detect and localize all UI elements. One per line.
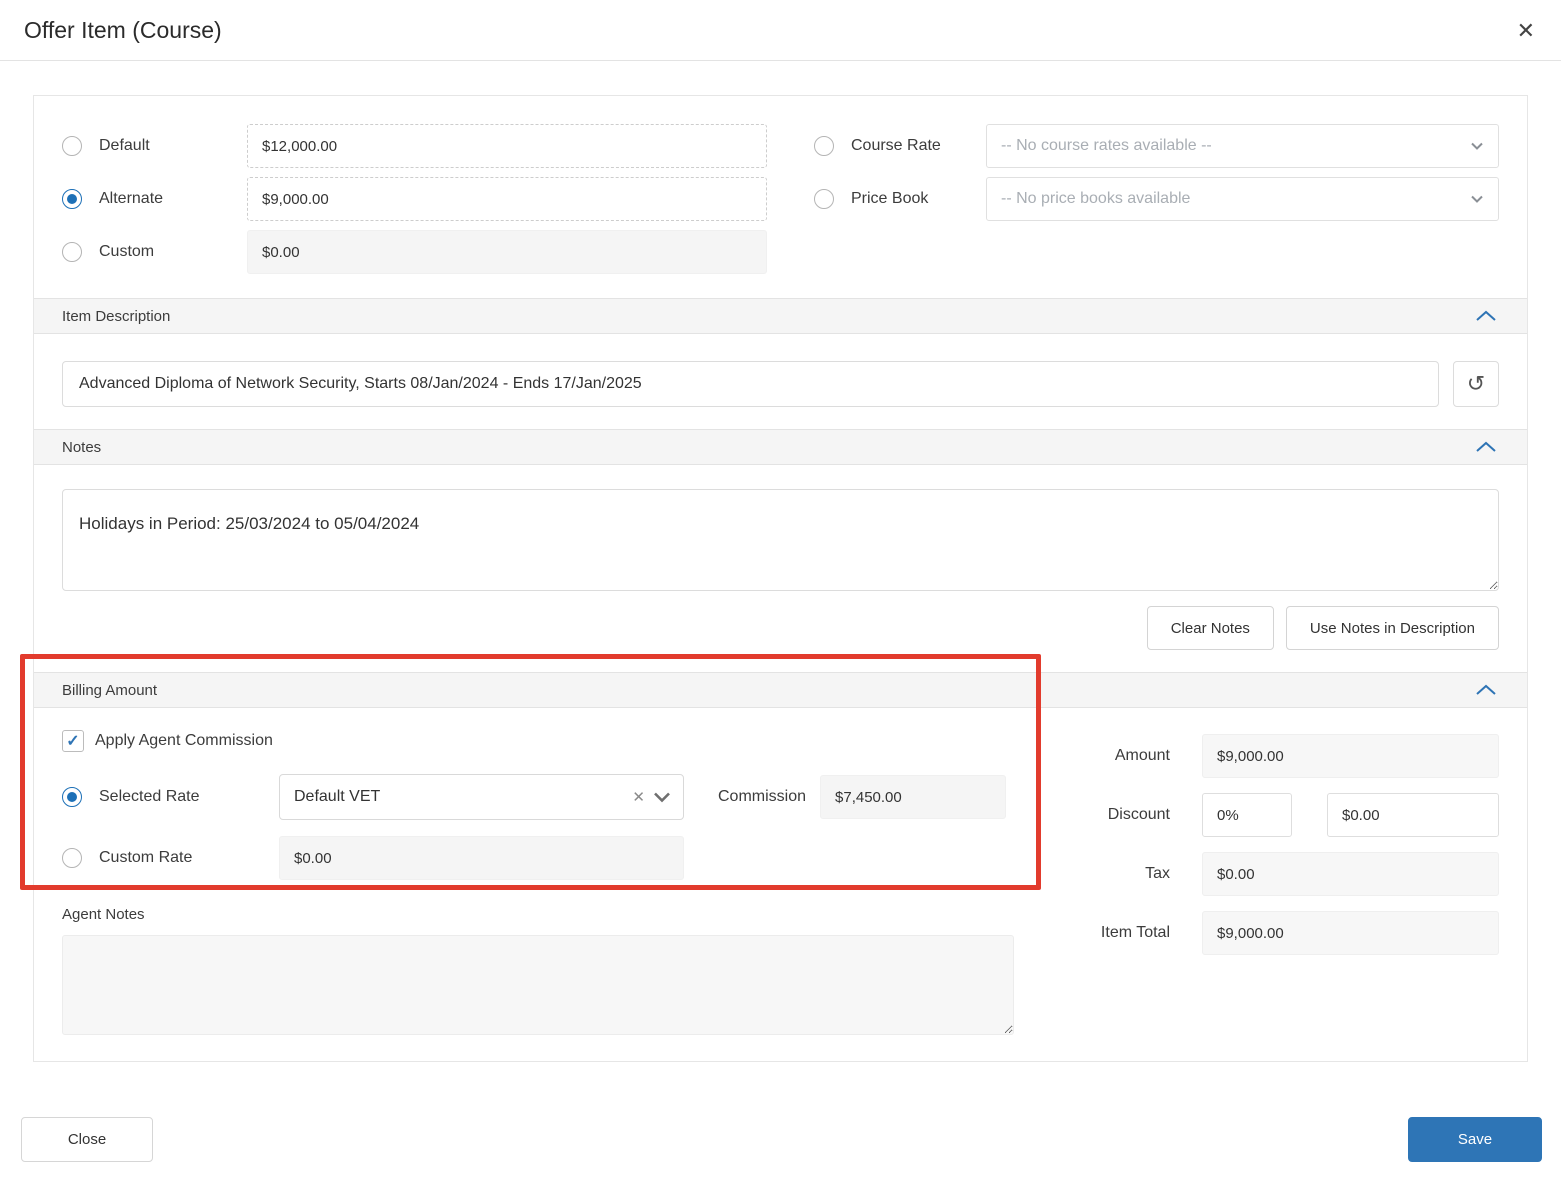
item-total-label: Item Total: [1100, 924, 1170, 941]
clear-selection-icon[interactable]: ✕: [624, 788, 653, 806]
custom-rate-label: Custom Rate: [99, 849, 193, 866]
price-book-radio[interactable]: [814, 189, 834, 209]
discount-percent-input[interactable]: [1202, 793, 1292, 837]
alternate-rate-input[interactable]: [247, 177, 767, 221]
chevron-up-icon: [1476, 441, 1496, 452]
rate-row-alternate: Alternate Price Book -- No price books a…: [62, 177, 1499, 221]
custom-rate-row: Custom Rate: [62, 836, 1060, 880]
tax-field: $0.00: [1202, 852, 1499, 896]
chevron-up-icon: [1476, 684, 1496, 695]
custom-rate-radio[interactable]: [62, 848, 82, 868]
amount-row: Amount $9,000.00: [1060, 734, 1499, 778]
course-rate-label: Course Rate: [851, 137, 941, 154]
price-book-select[interactable]: -- No price books available: [986, 177, 1499, 221]
notes-header-label: Notes: [62, 438, 102, 456]
selected-rate-radio[interactable]: [62, 787, 82, 807]
modal-header: Offer Item (Course) ✕: [0, 0, 1561, 61]
selected-rate-select-value: Default VET: [294, 788, 381, 805]
chevron-up-icon: [1476, 310, 1496, 321]
commission-field: [820, 775, 1007, 819]
chevron-down-icon: [654, 792, 670, 803]
item-description-header-label: Item Description: [62, 307, 171, 325]
custom-rate-option-label: Custom: [99, 243, 155, 260]
save-button[interactable]: Save: [1408, 1117, 1542, 1162]
default-rate-label: Default: [99, 137, 150, 154]
billing-amount-header-label: Billing Amount: [62, 681, 158, 699]
billing-amount-content: ✓ Apply Agent Commission Selected Rate D…: [34, 708, 1527, 1061]
discount-amount-input[interactable]: [1327, 793, 1499, 837]
close-icon[interactable]: ✕: [1513, 16, 1539, 46]
item-description-input[interactable]: [62, 361, 1439, 407]
price-book-select-value: -- No price books available: [1001, 190, 1191, 207]
offer-item-panel: Default Course Rate -- No course rates a…: [33, 95, 1528, 1062]
modal-footer: Close Save: [21, 1117, 1542, 1162]
selected-rate-row: Selected Rate Default VET ✕ Commission: [62, 774, 1060, 820]
notes-textarea[interactable]: Holidays in Period: 25/03/2024 to 05/04/…: [62, 489, 1499, 591]
apply-agent-commission-row: ✓ Apply Agent Commission: [62, 730, 1060, 752]
totals-panel: Amount $9,000.00 Discount Tax $0.00 Item…: [1060, 734, 1499, 955]
amount-label: Amount: [1114, 747, 1170, 764]
custom-rate-option-radio[interactable]: [62, 242, 82, 262]
notes-collapse-button[interactable]: [1473, 439, 1499, 455]
chevron-down-icon: [1471, 195, 1483, 203]
commission-label: Commission: [718, 788, 807, 805]
item-description-content: ↺: [34, 334, 1527, 429]
notes-header: Notes: [34, 429, 1527, 465]
rate-row-custom: Custom: [62, 230, 1499, 274]
history-button[interactable]: ↺: [1453, 361, 1499, 407]
default-rate-radio[interactable]: [62, 136, 82, 156]
agent-notes-label: Agent Notes: [62, 906, 145, 923]
modal-title: Offer Item (Course): [24, 16, 222, 43]
custom-rate-option-input: [247, 230, 767, 274]
tax-row: Tax $0.00: [1060, 852, 1499, 896]
custom-rate-field: [279, 836, 684, 880]
billing-amount-header: Billing Amount: [34, 672, 1527, 708]
rate-row-default: Default Course Rate -- No course rates a…: [62, 124, 1499, 168]
item-description-collapse-button[interactable]: [1473, 308, 1499, 324]
discount-row: Discount: [1060, 793, 1499, 837]
agent-notes-textarea[interactable]: [62, 935, 1014, 1035]
course-rate-select[interactable]: -- No course rates available --: [986, 124, 1499, 168]
amount-field: $9,000.00: [1202, 734, 1499, 778]
item-description-header: Item Description: [34, 298, 1527, 334]
selected-rate-label: Selected Rate: [99, 788, 200, 805]
price-book-label: Price Book: [851, 190, 929, 207]
tax-label: Tax: [1145, 865, 1170, 882]
close-button[interactable]: Close: [21, 1117, 153, 1162]
alternate-rate-radio[interactable]: [62, 189, 82, 209]
item-total-row: Item Total $9,000.00: [1060, 911, 1499, 955]
checkmark-icon: ✓: [66, 733, 80, 750]
chevron-down-icon: [1471, 142, 1483, 150]
discount-label: Discount: [1107, 806, 1170, 823]
default-rate-input[interactable]: [247, 124, 767, 168]
course-rate-select-value: -- No course rates available --: [1001, 137, 1212, 154]
item-total-field: $9,000.00: [1202, 911, 1499, 955]
billing-amount-collapse-button[interactable]: [1473, 682, 1499, 698]
clear-notes-button[interactable]: Clear Notes: [1146, 606, 1274, 650]
apply-agent-commission-checkbox[interactable]: ✓: [62, 730, 84, 752]
rates-section: Default Course Rate -- No course rates a…: [34, 96, 1527, 298]
notes-content: Holidays in Period: 25/03/2024 to 05/04/…: [34, 465, 1527, 672]
apply-agent-commission-label: Apply Agent Commission: [95, 732, 273, 749]
history-icon: ↺: [1466, 371, 1486, 396]
alternate-rate-label: Alternate: [99, 190, 164, 207]
selected-rate-select[interactable]: Default VET ✕: [279, 774, 684, 820]
course-rate-radio[interactable]: [814, 136, 834, 156]
use-notes-in-description-button[interactable]: Use Notes in Description: [1285, 606, 1499, 650]
